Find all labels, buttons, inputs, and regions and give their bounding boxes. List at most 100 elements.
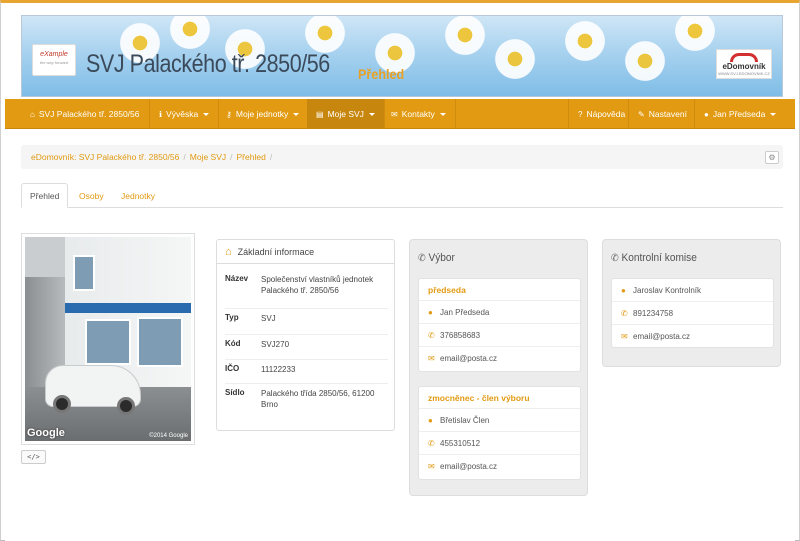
phone-icon: ✆	[418, 253, 426, 264]
basic-info-panel: ⌂ Základní informace Název Společenství …	[216, 239, 395, 431]
page: eXample the way forward SVJ Palackého tř…	[5, 7, 795, 541]
tab-prehled[interactable]: Přehled	[21, 183, 69, 208]
member-email[interactable]: email@posta.cz	[440, 354, 497, 363]
nav-user[interactable]: ● Jan Předseda	[694, 99, 785, 129]
member-role: předseda	[419, 279, 580, 301]
building-icon: ▤	[316, 109, 324, 119]
info-row-ico: IČO 11122233	[225, 359, 388, 383]
nav-moje-svj[interactable]: ▤ Moje SVJ	[307, 99, 385, 129]
logo-left-tagline: the way forward	[39, 60, 69, 65]
header-banner: eXample the way forward SVJ Palackého tř…	[21, 15, 783, 97]
info-key: IČO	[225, 364, 240, 373]
main-navbar: ⌂ SVJ Palackého tř. 2850/56 ℹ Vývěska ⚷ …	[5, 99, 795, 129]
nav-label: Moje jednotky	[235, 109, 289, 119]
basic-info-header: ⌂ Základní informace	[217, 240, 394, 264]
breadcrumb: eDomovník: SVJ Palackého tř. 2850/56 / M…	[21, 145, 783, 169]
info-icon: ℹ	[159, 109, 163, 119]
caret-down-icon	[203, 112, 210, 116]
info-key: Název	[225, 274, 249, 283]
member-name-row: ● Břetislav Člen	[419, 409, 580, 432]
tab-jednotky[interactable]: Jednotky	[113, 183, 163, 208]
info-row-typ: Typ SVJ	[225, 308, 388, 332]
daisy-decoration	[167, 16, 213, 52]
daisy-decoration	[672, 16, 718, 54]
envelope-icon: ✉	[428, 462, 435, 471]
nav-kontakty[interactable]: ✉ Kontakty	[382, 99, 456, 129]
nav-label: Kontakty	[401, 109, 435, 119]
daisy-decoration	[562, 18, 608, 64]
home-icon: ⌂	[225, 245, 232, 258]
info-key: Kód	[225, 339, 241, 348]
user-icon: ●	[428, 307, 433, 317]
envelope-icon: ✉	[621, 332, 628, 341]
member-name-row: ● Jaroslav Kontrolník	[612, 279, 773, 302]
nav-label: Vývěska	[166, 109, 199, 119]
daisy-decoration	[492, 36, 538, 82]
phone-icon: ✆	[611, 253, 619, 264]
edomovnik-logo[interactable]: eDomovník WWW.SVJ.EDOMOVNIK.CZ	[716, 49, 772, 79]
member-name-row: ● Jan Předseda	[419, 301, 580, 324]
member-name: Břetislav Člen	[440, 415, 490, 425]
page-title: SVJ Palackého tř. 2850/56	[86, 50, 330, 78]
member-card: ● Jaroslav Kontrolník ✆ 891234758 ✉ email@p…	[611, 278, 774, 348]
google-logo: Google	[27, 427, 65, 439]
member-phone: 891234758	[633, 308, 674, 318]
breadcrumb-item-moje-svj[interactable]: Moje SVJ	[190, 152, 226, 162]
nav-moje-jednotky[interactable]: ⚷ Moje jednotky	[217, 99, 310, 129]
nav-napoveda[interactable]: ? Nápověda	[568, 99, 634, 129]
nav-label: SVJ Palackého tř. 2850/56	[38, 109, 140, 119]
question-icon: ?	[578, 109, 583, 119]
page-subtitle: Přehled	[358, 66, 405, 82]
member-card: předseda ● Jan Předseda ✆ 376858683 ✉ email…	[418, 278, 581, 372]
embed-code-button[interactable]: </>	[21, 450, 46, 464]
logo-left-text: eXample	[40, 51, 68, 58]
phone-icon: ✆	[428, 438, 435, 448]
photo-shop-window	[137, 317, 183, 367]
example-logo[interactable]: eXample the way forward	[32, 44, 76, 76]
settings-gear-button[interactable]: ⚙	[765, 151, 779, 164]
breadcrumb-item-home[interactable]: eDomovník: SVJ Palackého tř. 2850/56	[31, 152, 179, 162]
user-icon: ●	[428, 415, 433, 425]
info-row-kod: Kód SVJ270	[225, 334, 388, 358]
member-phone-row: ✆ 891234758	[612, 302, 773, 325]
envelope-icon: ✉	[428, 354, 435, 363]
nav-label: Nápověda	[586, 109, 626, 119]
basic-info-title: Základní informace	[237, 246, 315, 257]
key-icon: ⚷	[226, 109, 232, 119]
member-email[interactable]: email@posta.cz	[440, 462, 497, 471]
member-email[interactable]: email@posta.cz	[633, 332, 690, 341]
home-icon: ⌂	[30, 109, 35, 119]
photo-window	[73, 255, 95, 291]
caret-down-icon	[293, 112, 300, 116]
tab-osoby[interactable]: Osoby	[71, 183, 112, 208]
member-phone-row: ✆ 376858683	[419, 324, 580, 347]
photo-blue-stripe	[65, 303, 191, 313]
breadcrumb-item-prehled[interactable]: Přehled	[237, 152, 266, 162]
info-row-sidlo: Sídlo Palackého třída 2850/56, 61200 Brn…	[225, 383, 388, 423]
nav-nastaveni[interactable]: ✎ Nastavení	[628, 99, 696, 129]
breadcrumb-separator: /	[183, 152, 186, 162]
caret-down-icon	[368, 112, 375, 116]
breadcrumb-separator: /	[269, 152, 273, 162]
member-email-row: ✉ email@posta.cz	[612, 325, 773, 348]
member-phone: 455310512	[440, 438, 481, 448]
kontrolni-komise-panel: ✆ Kontrolní komise ● Jaroslav Kontrolník ✆…	[602, 239, 781, 367]
phone-icon: ✆	[428, 330, 435, 340]
info-value: Společenství vlastníků jednotek Palackéh…	[261, 275, 374, 295]
photo-wheel	[53, 395, 71, 413]
nav-label: Nastavení	[648, 109, 687, 119]
phone-icon: ✆	[621, 308, 628, 318]
member-card: zmocněnec - člen výboru ● Břetislav Člen …	[418, 386, 581, 480]
street-view-image: Google ©2014 Google	[25, 237, 191, 441]
user-icon: ●	[704, 109, 709, 119]
info-key: Sídlo	[225, 388, 245, 397]
nav-home[interactable]: ⌂ SVJ Palackého tř. 2850/56	[21, 99, 150, 129]
member-email-row: ✉ email@posta.cz	[419, 347, 580, 370]
street-view-thumbnail[interactable]: Google ©2014 Google	[21, 233, 195, 445]
info-value: SVJ	[261, 314, 276, 323]
logo-right-tagline: WWW.SVJ.EDOMOVNIK.CZ	[718, 71, 770, 76]
nav-label: Jan Předseda	[712, 109, 766, 119]
user-icon: ●	[621, 285, 626, 295]
breadcrumb-separator: /	[230, 152, 233, 162]
nav-vyveska[interactable]: ℹ Vývěska	[150, 99, 220, 129]
